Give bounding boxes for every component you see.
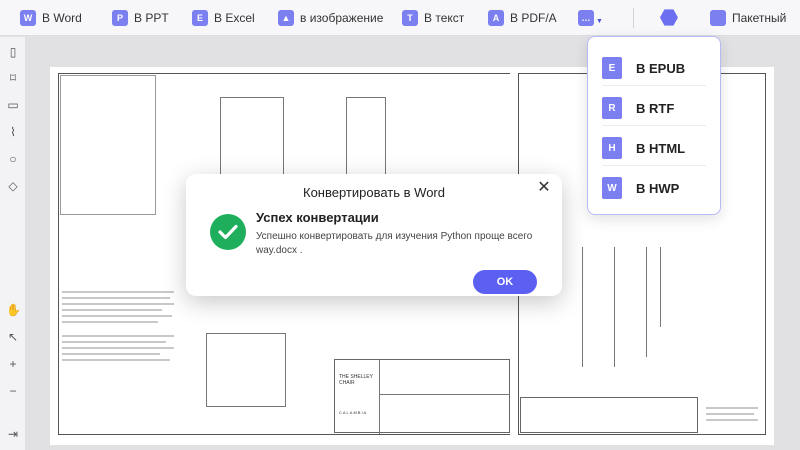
html-icon: H [598, 133, 622, 159]
select-tool-icon[interactable]: ↖ [6, 330, 20, 344]
to-rtf-option[interactable]: R В RTF [598, 93, 675, 119]
to-word-button[interactable]: W В Word [20, 4, 112, 32]
to-image-label: в изображение [300, 10, 384, 25]
title-block-divider [379, 360, 380, 434]
more-formats-button[interactable]: … ▼ [578, 4, 603, 32]
batch-icon [709, 9, 726, 26]
to-html-option[interactable]: H В HTML [598, 133, 686, 159]
hand-tool-icon[interactable]: ✋ [6, 303, 21, 317]
text-line [62, 321, 158, 323]
to-ppt-label: В PPT [134, 10, 169, 25]
chair-leg [582, 247, 583, 367]
hwp-icon: W [598, 173, 622, 199]
perspective-sketch [60, 75, 156, 215]
to-image-button[interactable]: ▲ в изображение [278, 4, 402, 32]
to-text-label: В текст [424, 10, 465, 25]
chair-leg [660, 247, 661, 327]
more-formats-dropdown: E В EPUB R В RTF H В HTML W В HWP [587, 36, 721, 215]
convert-toolbar: W В Word P В PPT E В Excel ▲ в изображен… [0, 0, 800, 36]
to-hwp-label: В HWP [636, 180, 680, 196]
attachment-icon[interactable]: ⌇ [6, 125, 20, 139]
image-icon: ▲ [278, 9, 294, 26]
text-line [62, 315, 172, 317]
title-block-brand: CALAMBIA [339, 410, 368, 415]
rtf-icon: R [598, 93, 622, 119]
text-line [706, 407, 758, 409]
to-excel-button[interactable]: E В Excel [192, 4, 278, 32]
left-sidebar: ▯ ⌑ ▭ ⌇ ○ ◇ ✋ ↖ + − ⇥ [0, 37, 26, 450]
toolbar-divider [632, 7, 634, 28]
text-line [62, 341, 166, 343]
settings-hex-icon[interactable] [659, 9, 678, 26]
text-line [62, 297, 170, 299]
text-line [706, 413, 754, 415]
to-hwp-option[interactable]: W В HWP [598, 173, 680, 199]
dropdown-divider [602, 165, 706, 166]
to-ppt-button[interactable]: P В PPT [112, 4, 192, 32]
text-icon: T [402, 9, 418, 26]
to-pdfa-label: В PDF/A [510, 10, 557, 25]
to-epub-option[interactable]: E В EPUB [598, 53, 686, 79]
title-block-name: THE SHELLEY CHAIR [339, 374, 373, 386]
dialog-heading: Успех конвертации [256, 210, 379, 225]
close-icon[interactable]: ✕ [536, 180, 552, 196]
ppt-icon: P [112, 9, 128, 26]
dropdown-divider [602, 85, 706, 86]
success-check-icon [210, 214, 246, 250]
to-html-label: В HTML [636, 140, 686, 156]
ok-button[interactable]: OK [473, 270, 537, 294]
zoom-in-icon[interactable]: + [6, 357, 20, 371]
exit-icon[interactable]: ⇥ [6, 427, 20, 441]
search-icon[interactable]: ○ [6, 152, 20, 166]
excel-icon: E [192, 9, 208, 26]
title-block-2 [520, 397, 698, 433]
chair-plan-view [206, 333, 286, 407]
text-line [62, 347, 174, 349]
to-word-label: В Word [42, 10, 82, 25]
to-rtf-label: В RTF [636, 100, 675, 116]
text-line [62, 291, 174, 293]
title-block-divider [379, 394, 511, 395]
text-line [62, 353, 160, 355]
panel-icon[interactable]: ▯ [6, 45, 20, 59]
to-text-button[interactable]: T В текст [402, 4, 488, 32]
to-pdfa-button[interactable]: A В PDF/A [488, 4, 578, 32]
batch-button[interactable]: Пакетный [709, 4, 787, 32]
text-line [62, 359, 170, 361]
text-line [62, 303, 174, 305]
pdfa-icon: A [488, 9, 504, 26]
chair-leg [614, 247, 615, 367]
dialog-message: Успешно конвертировать для изучения Pyth… [256, 231, 533, 256]
dropdown-divider [602, 125, 706, 126]
to-epub-label: В EPUB [636, 60, 686, 76]
title-block: THE SHELLEY CHAIR CALAMBIA [334, 359, 511, 434]
epub-icon: E [598, 53, 622, 79]
dialog-title: Конвертировать в Word [303, 185, 445, 200]
chair-side-back [346, 97, 386, 177]
batch-label: Пакетный [731, 10, 787, 25]
text-line [706, 419, 758, 421]
word-icon: W [20, 9, 36, 26]
conversion-success-dialog: Конвертировать в Word ✕ Успех конвертаци… [186, 174, 562, 296]
to-excel-label: В Excel [214, 10, 255, 25]
text-line [62, 335, 174, 337]
zoom-out-icon[interactable]: − [6, 384, 20, 398]
chevron-down-icon: ▼ [596, 18, 603, 25]
more-icon: … [578, 9, 594, 26]
chair-front-back [220, 97, 284, 177]
bookmark-icon[interactable]: ⌑ [6, 71, 20, 85]
chair-leg [646, 247, 647, 357]
text-line [62, 309, 162, 311]
layers-icon[interactable]: ◇ [6, 179, 20, 193]
comment-icon[interactable]: ▭ [6, 98, 20, 112]
